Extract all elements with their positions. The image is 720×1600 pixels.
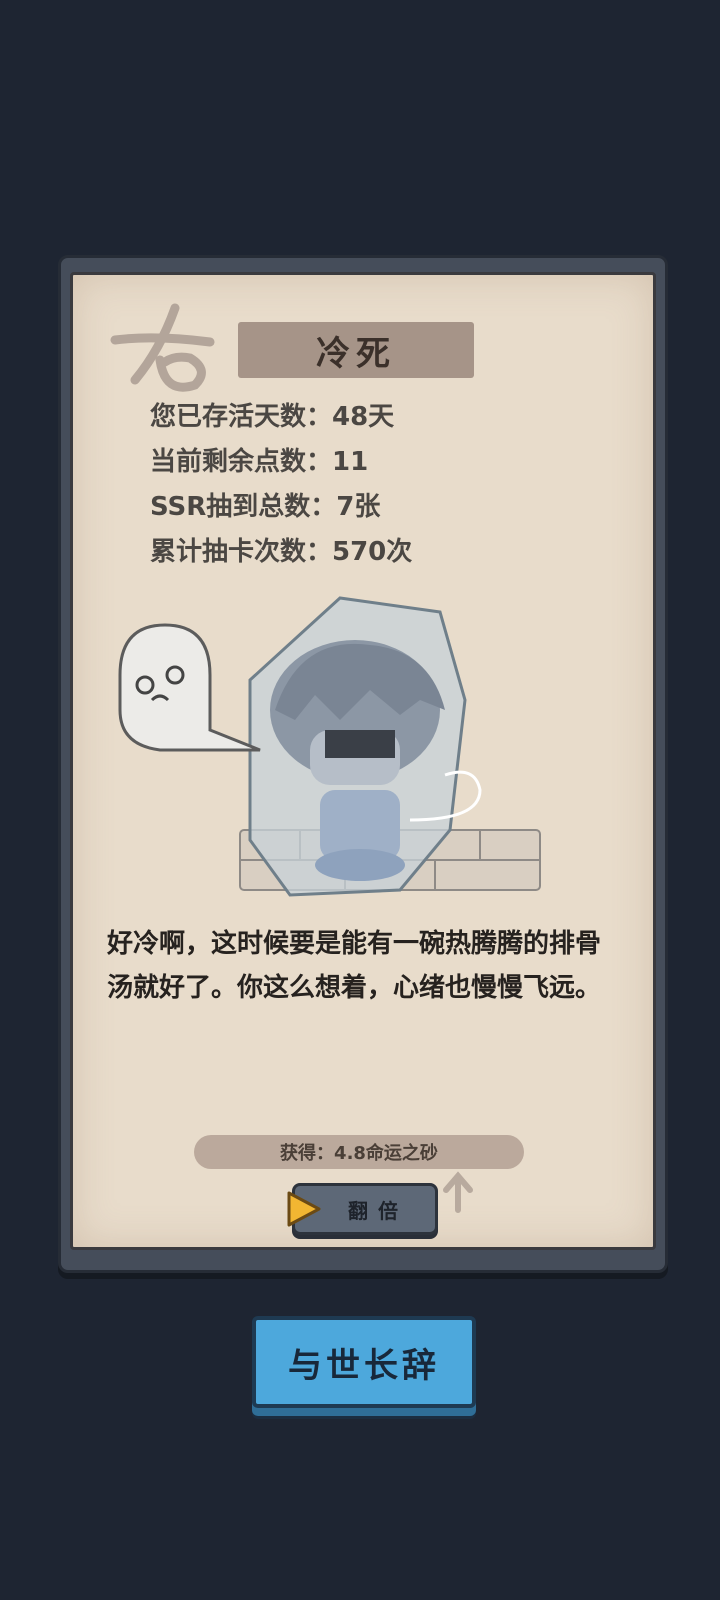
- play-triangle-icon: [287, 1191, 321, 1227]
- double-reward-button[interactable]: 翻倍: [287, 1183, 438, 1235]
- stat-remaining-points: 当前剩余点数：11: [150, 447, 369, 477]
- title-banner: 冷死: [238, 322, 474, 378]
- double-button-label: 翻倍: [348, 1198, 408, 1223]
- stat-total-draws: 累计抽卡次数：570次: [150, 537, 413, 567]
- arrow-up-icon: [443, 1171, 473, 1213]
- reward-text: 获得：4.8命运之砂: [280, 1143, 438, 1164]
- story-text: 好冷啊，这时候要是能有一碗热腾腾的排骨汤就好了。你这么想着，心绪也慢慢飞远。: [107, 929, 602, 1003]
- stats-list: 您已存活天数：48天 当前剩余点数：11 SSR抽到总数：7张 累计抽卡次数：5…: [150, 395, 412, 575]
- farewell-button-label: 与世长辞: [288, 1345, 440, 1386]
- card-title: 冷死: [316, 333, 396, 374]
- stat-days-survived: 您已存活天数：48天: [150, 402, 395, 432]
- farewell-button[interactable]: 与世长辞: [252, 1316, 476, 1408]
- stat-ssr-total: SSR抽到总数：7张: [150, 492, 381, 522]
- fate-stamp-icon: [110, 303, 215, 392]
- frozen-character-illustration: [118, 596, 541, 897]
- reward-badge: 获得：4.8命运之砂: [194, 1135, 524, 1169]
